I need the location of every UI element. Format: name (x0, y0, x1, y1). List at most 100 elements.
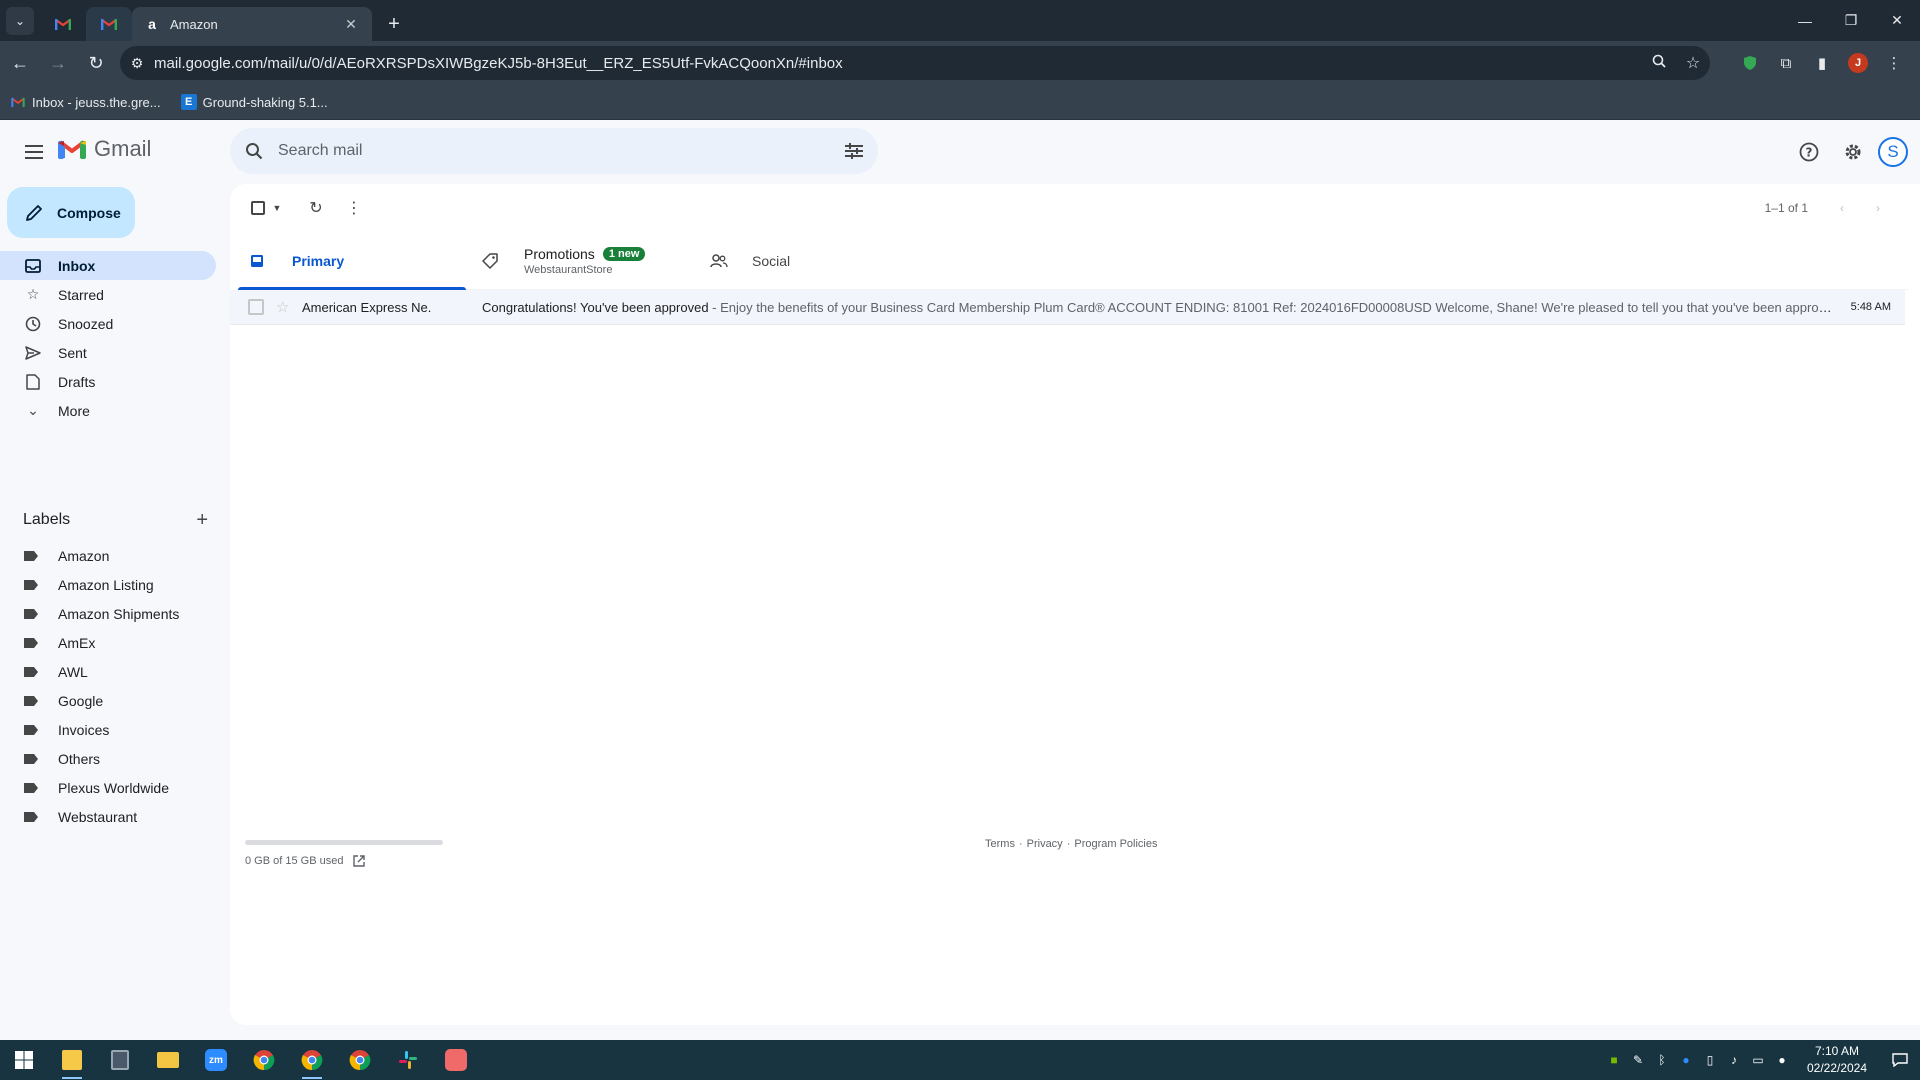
labels-title: Labels (23, 511, 71, 528)
sidebar-label-item[interactable]: Amazon Shipments (0, 599, 216, 628)
email-checkbox[interactable] (248, 299, 264, 315)
reload-button[interactable]: ↻ (78, 45, 114, 81)
close-window-button[interactable]: ✕ (1874, 0, 1920, 41)
taskbar-sticky-notes[interactable] (48, 1040, 96, 1080)
sidebar-label-item[interactable]: Amazon Listing (0, 570, 216, 599)
privacy-link[interactable]: Privacy (1027, 838, 1063, 850)
sidebar-item-sent[interactable]: Sent (0, 338, 216, 367)
help-icon[interactable]: ? (1789, 132, 1829, 172)
tab-promotions[interactable]: Promotions 1 new WebstaurantStore (470, 232, 698, 289)
sidebar-item-inbox[interactable]: Inbox (0, 251, 216, 280)
browser-tab-amazon[interactable]: a Amazon ✕ (132, 7, 372, 41)
compose-button[interactable]: Compose (7, 187, 135, 238)
taskbar-calculator[interactable] (96, 1040, 144, 1080)
gmail-logo[interactable]: Gmail (58, 136, 151, 162)
taskbar-file-explorer[interactable] (144, 1040, 192, 1080)
taskbar-asana[interactable] (432, 1040, 480, 1080)
storage-info: 0 GB of 15 GB used (245, 840, 443, 867)
tab-search-button[interactable]: ⌄ (6, 7, 34, 35)
extensions-puzzle-icon[interactable]: ⧉ (1768, 46, 1804, 80)
sidebar-label-item[interactable]: Others (0, 744, 216, 773)
sidebar-label-item[interactable]: Webstaurant (0, 802, 216, 831)
sidebar-label-item[interactable]: Invoices (0, 715, 216, 744)
side-panel-icon[interactable]: ▮ (1804, 46, 1840, 80)
zoom-tray-icon[interactable]: ● (1674, 1040, 1698, 1080)
external-link-icon[interactable] (353, 855, 366, 867)
battery-icon[interactable]: ▯ (1698, 1040, 1722, 1080)
settings-gear-icon[interactable] (1833, 132, 1873, 172)
extension-shield-icon[interactable] (1732, 46, 1768, 80)
sidebar-label-item[interactable]: Amazon (0, 541, 216, 570)
network-icon[interactable]: ▭ (1746, 1040, 1770, 1080)
bluetooth-icon[interactable]: ᛒ (1650, 1040, 1674, 1080)
clock-time: 7:10 AM (1814, 1044, 1860, 1058)
bookmarks-bar: Inbox - jeuss.the.gre... E Ground-shakin… (0, 85, 1920, 120)
minimize-button[interactable]: — (1782, 0, 1828, 41)
sidebar-label-item[interactable]: Google (0, 686, 216, 715)
bookmark-inbox[interactable]: Inbox - jeuss.the.gre... (10, 94, 161, 110)
bookmark-e-icon: E (180, 94, 197, 110)
storage-bar (245, 840, 443, 845)
sidebar-item-starred[interactable]: ☆ Starred (0, 280, 216, 309)
taskbar-zoom[interactable]: zm (192, 1040, 240, 1080)
sidebar-label-item[interactable]: AmEx (0, 628, 216, 657)
forward-button[interactable]: → (40, 45, 76, 81)
select-menu-icon[interactable]: ▼ (270, 192, 284, 224)
terms-link[interactable]: Terms (985, 838, 1015, 850)
bookmark-ground-shaking[interactable]: E Ground-shaking 5.1... (180, 94, 328, 110)
next-page-icon[interactable]: › (1860, 192, 1896, 224)
tab-social[interactable]: Social (698, 232, 926, 289)
zoom-icon[interactable] (1642, 54, 1676, 73)
microphone-icon[interactable]: ● (1770, 1040, 1794, 1080)
more-options-icon[interactable]: ⋮ (336, 192, 372, 224)
refresh-icon[interactable]: ↻ (296, 192, 336, 224)
sidebar-item-snoozed[interactable]: Snoozed (0, 309, 216, 338)
sidebar-label-item[interactable]: AWL (0, 657, 216, 686)
add-label-icon[interactable]: + (196, 509, 208, 532)
taskbar-chrome-1[interactable] (240, 1040, 288, 1080)
email-row[interactable]: ☆ American Express Ne. Congratulations! … (230, 290, 1905, 325)
mail-toolbar: ▼ ↻ ⋮ 1–1 of 1 ‹ › (230, 184, 1920, 232)
gmail-header: Gmail ? S (0, 120, 1920, 184)
sidebar-item-drafts[interactable]: Drafts (0, 367, 216, 396)
url-text[interactable]: mail.google.com/mail/u/0/d/AEoRXRSPDsXIW… (154, 55, 1642, 72)
restore-button[interactable]: ❐ (1828, 0, 1874, 41)
browser-menu-icon[interactable]: ⋮ (1876, 46, 1912, 80)
site-settings-icon[interactable]: ⚙ (120, 55, 154, 72)
search-icon[interactable] (230, 142, 278, 160)
system-tray: ■ ✎ ᛒ ● ▯ ♪ ▭ ● 7:10 AM 02/22/2024 (1602, 1040, 1920, 1080)
sidebar-label-item[interactable]: Plexus Worldwide (0, 773, 216, 802)
taskbar-chrome-3[interactable] (336, 1040, 384, 1080)
back-button[interactable]: ← (2, 45, 38, 81)
account-avatar[interactable]: S (1878, 137, 1908, 167)
volume-icon[interactable]: ♪ (1722, 1040, 1746, 1080)
browser-tab-gmail-2[interactable] (86, 7, 132, 41)
search-input[interactable] (278, 142, 830, 160)
profile-button[interactable]: J (1840, 46, 1876, 80)
tab-primary[interactable]: Primary (238, 232, 466, 290)
previous-page-icon[interactable]: ‹ (1824, 192, 1860, 224)
taskbar-slack[interactable] (384, 1040, 432, 1080)
toolbar-extensions: ⧉ ▮ J ⋮ (1732, 46, 1912, 80)
browser-tab-gmail-1[interactable] (40, 7, 86, 41)
bookmark-star-icon[interactable]: ☆ (1676, 53, 1710, 73)
taskbar-clock[interactable]: 7:10 AM 02/22/2024 (1794, 1043, 1880, 1077)
slack-icon (399, 1051, 417, 1069)
address-bar[interactable]: ⚙ mail.google.com/mail/u/0/d/AEoRXRSPDsX… (120, 46, 1710, 80)
star-icon[interactable]: ☆ (276, 298, 296, 316)
program-policies-link[interactable]: Program Policies (1074, 838, 1157, 850)
pagination-text: 1–1 of 1 (1764, 201, 1808, 215)
new-tab-button[interactable]: + (380, 10, 408, 38)
nvidia-icon[interactable]: ■ (1602, 1040, 1626, 1080)
taskbar-chrome-2[interactable] (288, 1040, 336, 1080)
search-options-icon[interactable] (830, 143, 878, 159)
main-menu-button[interactable] (14, 132, 54, 172)
notifications-icon[interactable] (1880, 1040, 1920, 1080)
sidebar-item-more[interactable]: ⌄ More (0, 396, 216, 425)
close-tab-icon[interactable]: ✕ (342, 15, 360, 33)
email-list: ☆ American Express Ne. Congratulations! … (230, 290, 1905, 325)
select-all-checkbox[interactable] (246, 192, 270, 224)
tab-title: Amazon (170, 16, 218, 32)
pen-icon[interactable]: ✎ (1626, 1040, 1650, 1080)
windows-start-button[interactable] (0, 1040, 48, 1080)
